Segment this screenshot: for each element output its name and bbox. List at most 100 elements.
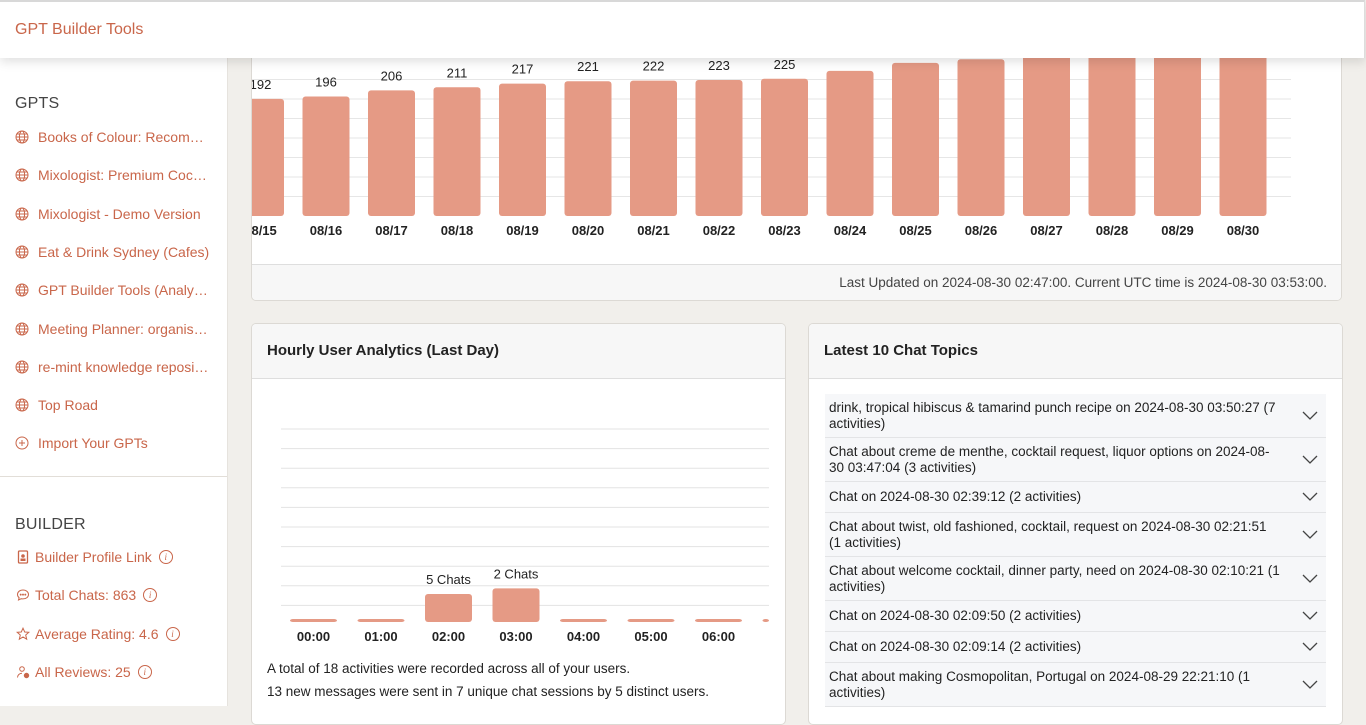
daily-x-tick: 08/18 [441,223,474,238]
hourly-bar[interactable] [492,588,540,622]
globe-icon [15,168,29,182]
daily-bar[interactable] [564,81,612,216]
daily-x-tick: 08/17 [375,223,408,238]
chevron-down-icon[interactable] [1302,642,1318,652]
daily-bar-label: 206 [381,68,403,83]
chat-topic-item[interactable]: Chat about welcome cocktail, dinner part… [825,557,1326,601]
daily-bar[interactable] [957,59,1005,217]
daily-bar[interactable] [368,90,415,216]
globe-icon [15,130,29,144]
hourly-bar[interactable] [290,619,337,622]
globe-icon [15,322,29,336]
hourly-x-tick: 00:00 [297,629,330,644]
chat-topic-item[interactable]: Chat on 2024-08-30 02:09:14 (2 activitie… [825,632,1326,663]
topic-list: drink, tropical hibiscus & tamarind punc… [825,394,1326,707]
chat-topic-item[interactable]: Chat about making Cosmopolitan, Portugal… [825,663,1326,707]
builder-item-label: All Reviews: 25 [35,663,131,680]
daily-x-tick: 08/26 [965,223,998,238]
gpts-section-title: GPTS [15,95,60,112]
chevron-down-icon[interactable] [1302,455,1318,465]
daily-bar[interactable] [1088,50,1136,216]
sidebar-gpt-item[interactable]: Eat & Drink Sydney (Cafes) [15,244,209,260]
info-icon[interactable]: i [143,588,158,603]
last-updated-text: Last Updated on 2024-08-30 02:47:00. Cur… [252,264,1341,300]
hourly-x-tick: 06:00 [702,629,735,644]
sidebar-gpt-item[interactable]: re-mint knowledge repository [15,359,210,375]
daily-bar[interactable] [826,70,874,216]
hourly-bar[interactable] [762,619,770,622]
chevron-down-icon[interactable] [1302,574,1318,584]
daily-bar[interactable] [433,87,481,216]
daily-bar-label: 225 [774,57,796,72]
hourly-bar[interactable] [627,619,675,622]
hourly-bar-label: 2 Chats [494,566,539,581]
daily-x-tick: 08/25 [899,223,932,238]
chat-topic-text: Chat about making Cosmopolitan, Portugal… [829,668,1251,700]
daily-bar[interactable] [499,83,546,216]
hourly-x-tick: 03:00 [499,629,532,644]
globe-icon [15,245,29,259]
daily-bar-label: 217 [512,62,534,77]
daily-x-tick: 08/28 [1096,223,1129,238]
daily-users-card: 192 08/15 196 08/16 206 08/17 211 08/18 217 08/19… [251,20,1342,301]
daily-bar[interactable] [252,98,284,216]
daily-x-tick: 08/21 [637,223,670,238]
chat-topic-item[interactable]: Chat about creme de menthe, cocktail req… [825,438,1326,482]
messages-summary: 13 new messages were sent in 7 unique ch… [267,684,709,699]
profile-badge-icon [16,550,30,564]
hourly-bar[interactable] [425,594,472,622]
import-gpts-link[interactable]: Import Your GPTs [15,435,148,451]
daily-bar[interactable] [761,78,808,216]
chevron-down-icon[interactable] [1302,530,1318,540]
daily-bar[interactable] [302,96,350,216]
daily-bar[interactable] [1023,51,1070,216]
hourly-bar[interactable] [695,619,742,622]
daily-bar-label: 223 [708,58,730,73]
info-icon[interactable]: i [158,550,173,564]
daily-bar[interactable] [892,62,939,216]
chat-topic-item[interactable]: drink, tropical hibiscus & tamarind punc… [825,394,1326,438]
app-title[interactable]: GPT Builder Tools [15,21,143,39]
chat-topic-text: drink, tropical hibiscus & tamarind punc… [829,399,1276,431]
total-chats-stat[interactable]: Total Chats: 863 i [16,587,158,603]
builder-item-label: Builder Profile Link [35,549,152,565]
sidebar-gpt-item[interactable]: Books of Colour: Recommendations [15,129,210,145]
chat-topic-item[interactable]: Chat on 2024-08-30 02:09:50 (2 activitie… [825,601,1326,632]
sidebar-item-label: re-mint knowledge repository [38,358,210,375]
hourly-analytics-card: Hourly User Analytics (Last Day) 00:00 01… [251,323,786,725]
chat-topic-item[interactable]: Chat on 2024-08-30 02:39:12 (2 activitie… [825,482,1326,513]
plus-circle-icon [15,436,29,450]
daily-bar-label: 196 [315,74,337,89]
chevron-down-icon[interactable] [1302,492,1318,502]
globe-icon [15,207,29,221]
daily-bar-label: 192 [252,77,271,92]
chat-topic-text: Chat about twist, old fashioned, cocktai… [829,518,1267,550]
sidebar-gpt-item[interactable]: Top Road [15,397,98,413]
sidebar-gpt-item[interactable]: Meeting Planner: organise meetings [15,321,210,337]
chevron-down-icon[interactable] [1302,680,1318,690]
hourly-bar[interactable] [357,619,405,622]
sidebar-gpt-item[interactable]: GPT Builder Tools (Analytics) [15,282,210,298]
sidebar-item-label: Import Your GPTs [38,435,148,452]
builder-profile-link[interactable]: Builder Profile Link i [16,549,173,565]
sidebar-item-label: Meeting Planner: organise meetings [38,320,210,337]
daily-bar[interactable] [1154,48,1201,216]
daily-bar[interactable] [695,79,743,216]
average-rating-stat[interactable]: Average Rating: 4.6 i [16,626,180,642]
all-reviews-stat[interactable]: All Reviews: 25 i [16,664,152,680]
daily-bar[interactable] [630,80,677,216]
sidebar-gpt-item[interactable]: Mixologist - Demo Version [15,206,201,222]
star-icon [16,626,30,641]
hourly-bar[interactable] [560,619,607,622]
daily-x-tick: 08/22 [703,223,736,238]
daily-bar[interactable] [1219,46,1267,216]
chat-topic-item[interactable]: Chat about twist, old fashioned, cocktai… [825,513,1326,557]
chevron-down-icon[interactable] [1302,411,1318,421]
info-icon[interactable]: i [137,664,152,679]
chevron-down-icon[interactable] [1302,611,1318,621]
daily-x-tick: 08/20 [572,223,605,238]
info-icon[interactable]: i [165,626,180,641]
daily-x-tick: 08/16 [310,223,343,238]
sidebar-gpt-item[interactable]: Mixologist: Premium Cocktails [15,167,210,183]
hourly-x-tick: 04:00 [567,629,600,644]
